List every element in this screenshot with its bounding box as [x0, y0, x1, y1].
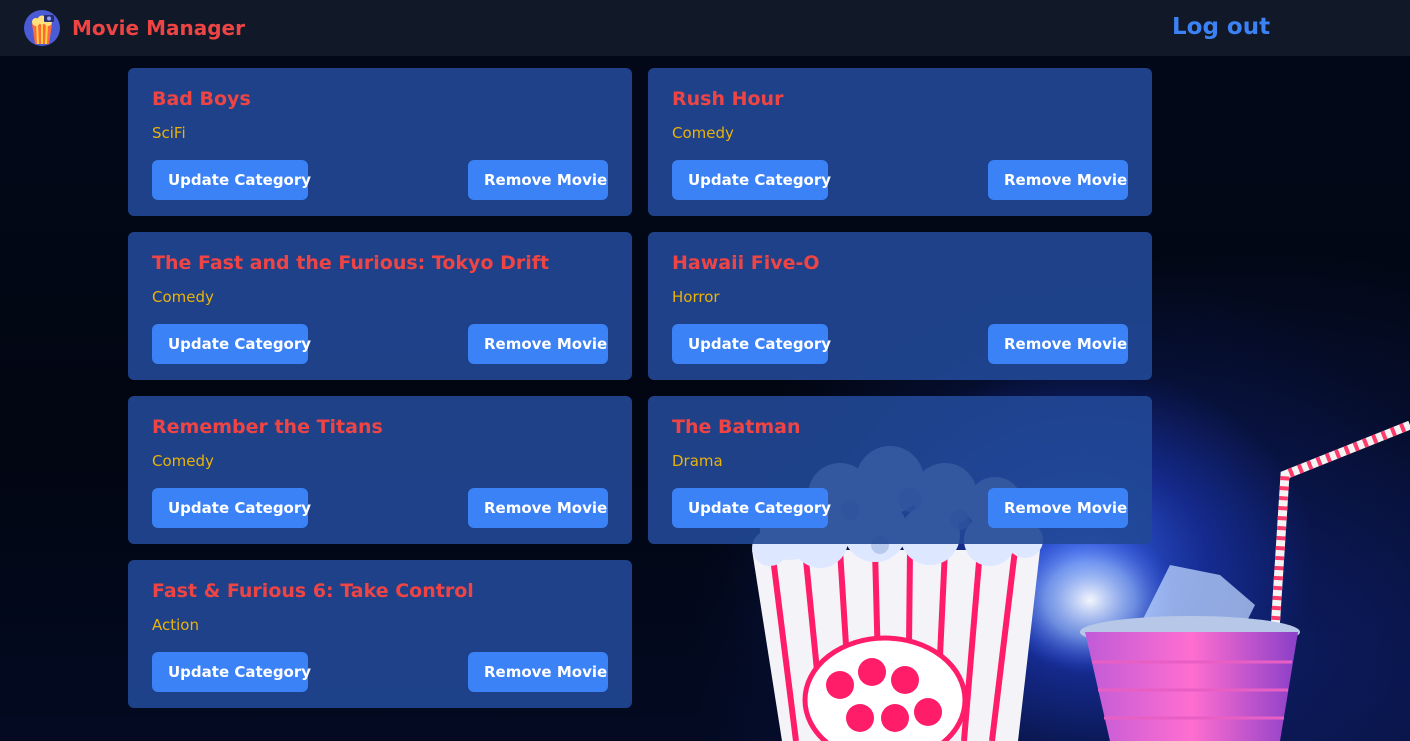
movie-category: Comedy [672, 124, 734, 142]
update-category-button[interactable]: Update Category [152, 324, 311, 364]
remove-movie-button[interactable]: Remove Movie [988, 160, 1128, 200]
remove-movie-button[interactable]: Remove Movie [988, 488, 1128, 528]
movie-card: The Fast and the Furious: Tokyo Drift Co… [128, 232, 632, 380]
movie-card: Bad Boys SciFi Update Category Remove Mo… [128, 68, 632, 216]
remove-movie-button[interactable]: Remove Movie [468, 488, 608, 528]
movie-category: SciFi [152, 124, 186, 142]
movie-card: Rush Hour Comedy Update Category Remove … [648, 68, 1152, 216]
movie-card: Remember the Titans Comedy Update Catego… [128, 396, 632, 544]
movie-card: The Batman Drama Update Category Remove … [648, 396, 1152, 544]
movie-category: Comedy [152, 288, 214, 306]
movie-title: Rush Hour [672, 88, 784, 110]
movie-category: Action [152, 616, 199, 634]
movie-category: Horror [672, 288, 720, 306]
movie-title: The Batman [672, 416, 801, 438]
movie-category: Drama [672, 452, 723, 470]
update-category-button[interactable]: Update Category [152, 160, 311, 200]
logout-link[interactable]: Log out [1172, 14, 1270, 40]
update-category-button[interactable]: Update Category [672, 324, 831, 364]
movie-title: Hawaii Five-O [672, 252, 820, 274]
movie-title: The Fast and the Furious: Tokyo Drift [152, 252, 550, 274]
remove-movie-button[interactable]: Remove Movie [468, 652, 608, 692]
update-category-button[interactable]: Update Category [672, 488, 831, 528]
movie-popcorn-logo-icon[interactable] [24, 10, 60, 46]
movie-category: Comedy [152, 452, 214, 470]
top-navbar: Movie Manager Log out [0, 0, 1410, 56]
remove-movie-button[interactable]: Remove Movie [988, 324, 1128, 364]
movie-title: Fast & Furious 6: Take Control [152, 580, 474, 602]
update-category-button[interactable]: Update Category [152, 652, 311, 692]
movie-title: Remember the Titans [152, 416, 383, 438]
movie-card: Fast & Furious 6: Take Control Action Up… [128, 560, 632, 708]
movie-grid: Bad Boys SciFi Update Category Remove Mo… [128, 68, 1152, 708]
update-category-button[interactable]: Update Category [152, 488, 311, 528]
brand-title[interactable]: Movie Manager [72, 16, 245, 40]
remove-movie-button[interactable]: Remove Movie [468, 160, 608, 200]
movie-card: Hawaii Five-O Horror Update Category Rem… [648, 232, 1152, 380]
movie-title: Bad Boys [152, 88, 251, 110]
update-category-button[interactable]: Update Category [672, 160, 831, 200]
remove-movie-button[interactable]: Remove Movie [468, 324, 608, 364]
